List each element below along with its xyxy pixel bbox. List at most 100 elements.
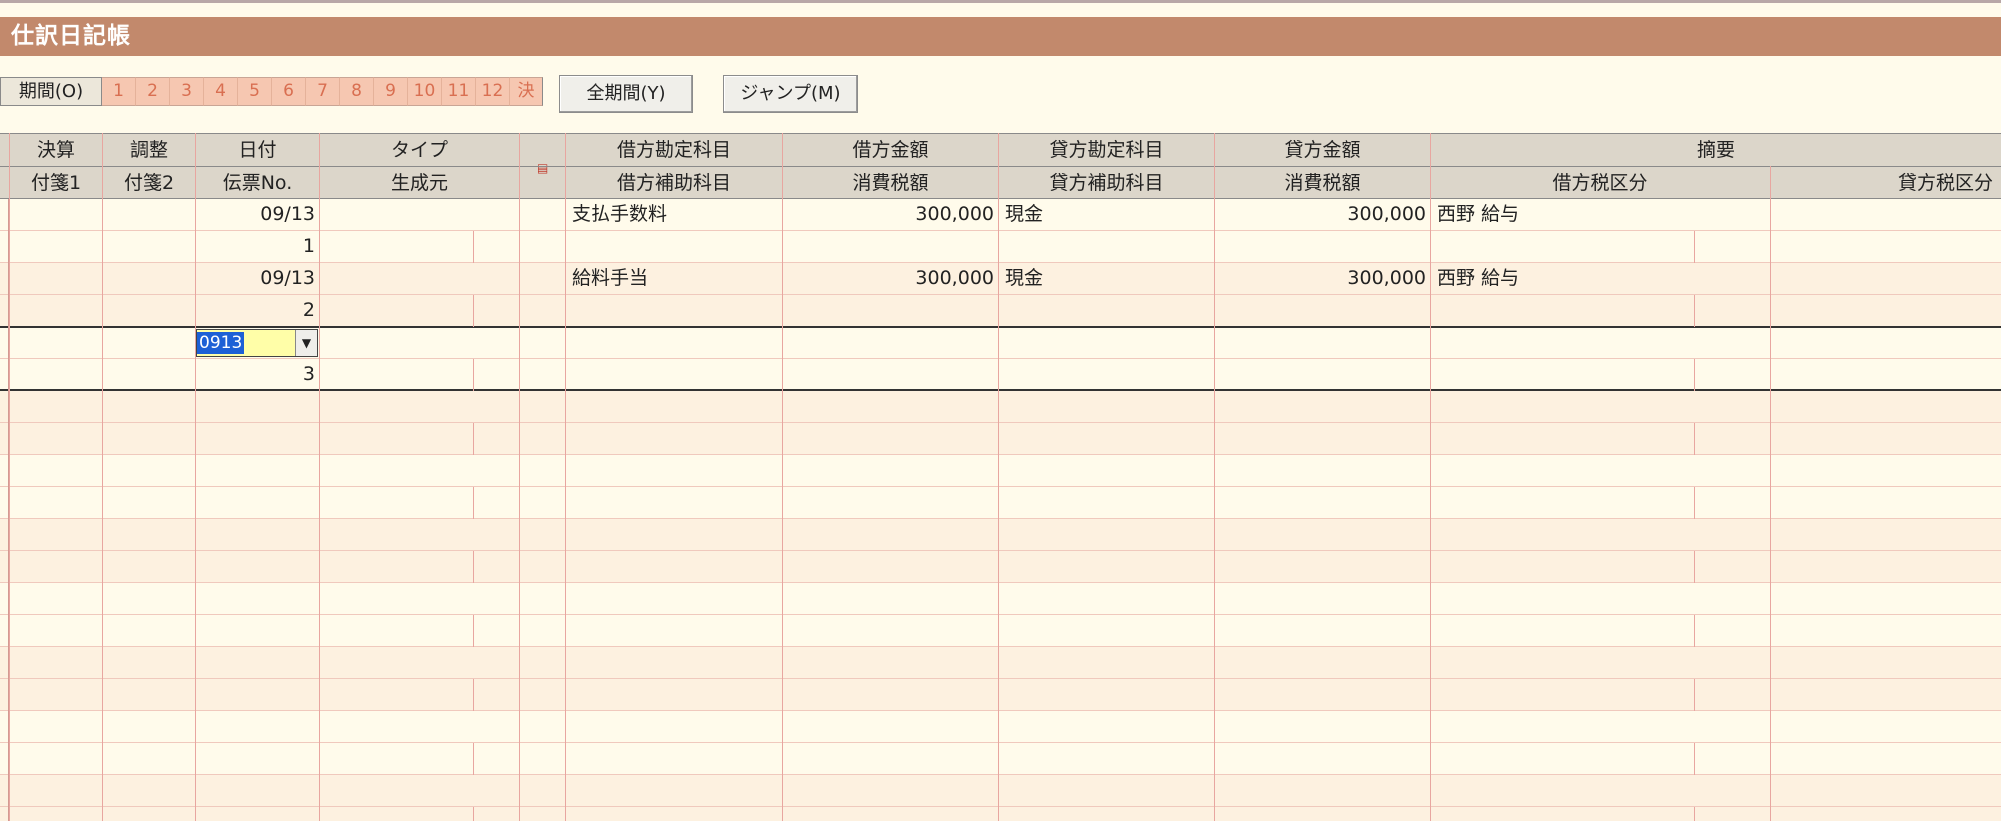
- entry-voucher-no[interactable]: 3: [196, 359, 319, 391]
- header-credit-tax[interactable]: 消費税額: [1215, 167, 1430, 199]
- row-divider: [0, 422, 2001, 423]
- entry-date[interactable]: 09/13: [196, 263, 319, 295]
- col-divider: [1694, 679, 1695, 711]
- col-divider: [473, 807, 474, 821]
- row-divider: [0, 550, 2001, 551]
- col-divider: [1694, 231, 1695, 263]
- table-row: [0, 679, 2001, 711]
- month-9[interactable]: 9: [374, 77, 408, 106]
- row-divider: [0, 614, 2001, 615]
- row-divider: [0, 486, 2001, 487]
- header-memo[interactable]: 摘要: [1431, 134, 2001, 166]
- all-period-button[interactable]: 全期間(Y): [559, 75, 693, 113]
- col-divider: [1694, 743, 1695, 775]
- row-divider: [0, 806, 2001, 807]
- col-divider: [473, 295, 474, 327]
- month-2[interactable]: 2: [136, 77, 170, 106]
- month-11[interactable]: 11: [442, 77, 476, 106]
- grid-header: 決算 調整 日付 タイプ ▤ 借方勘定科目 借方金額 貸方勘定科目 貸方金額 摘…: [0, 133, 2001, 198]
- table-row: [0, 455, 2001, 487]
- entry-debit-amount[interactable]: 300,000: [783, 263, 998, 295]
- col-divider: [473, 487, 474, 519]
- entry-credit-account[interactable]: 現金: [999, 199, 1214, 231]
- table-row: [0, 391, 2001, 423]
- header-fusen1[interactable]: 付箋1: [10, 167, 102, 199]
- chevron-down-icon[interactable]: ▼: [295, 330, 317, 356]
- month-3[interactable]: 3: [170, 77, 204, 106]
- col-divider: [473, 743, 474, 775]
- month-7[interactable]: 7: [306, 77, 340, 106]
- row-divider: [0, 710, 2001, 711]
- month-5[interactable]: 5: [238, 77, 272, 106]
- col-divider: [1694, 359, 1695, 391]
- header-chousei[interactable]: 調整: [103, 134, 195, 166]
- table-row: [0, 423, 2001, 455]
- header-debit-sub[interactable]: 借方補助科目: [566, 167, 782, 199]
- col-divider: [473, 359, 474, 391]
- table-row: [0, 775, 2001, 807]
- header-denpyo-no[interactable]: 伝票No.: [196, 167, 319, 199]
- table-row: [0, 487, 2001, 519]
- header-credit-amount[interactable]: 貸方金額: [1215, 134, 1430, 166]
- table-row: [0, 647, 2001, 679]
- col-divider: [1430, 133, 1431, 821]
- entry-credit-amount[interactable]: 300,000: [1215, 263, 1430, 295]
- month-6[interactable]: 6: [272, 77, 306, 106]
- header-debit-tax[interactable]: 消費税額: [783, 167, 998, 199]
- period-button[interactable]: 期間(O): [0, 77, 102, 106]
- entry-memo[interactable]: 西野 給与: [1431, 199, 2001, 231]
- header-kessan[interactable]: 決算: [10, 134, 102, 166]
- header-credit-account[interactable]: 貸方勘定科目: [999, 134, 1214, 166]
- table-row: [0, 519, 2001, 551]
- page-title: 仕訳日記帳: [0, 17, 2001, 56]
- col-divider: [473, 423, 474, 455]
- col-divider: [782, 133, 783, 821]
- header-credit-sub[interactable]: 貸方補助科目: [999, 167, 1214, 199]
- table-row: [0, 807, 2001, 821]
- entry-voucher-no[interactable]: 2: [196, 295, 319, 327]
- month-1[interactable]: 1: [102, 77, 136, 106]
- col-divider: [319, 133, 320, 821]
- month-closing[interactable]: 決: [510, 77, 543, 106]
- entry-debit-account[interactable]: 支払手数料: [566, 199, 782, 231]
- entry-date[interactable]: 09/13: [196, 199, 319, 231]
- month-10[interactable]: 10: [408, 77, 442, 106]
- period-selector: 期間(O) 1 2 3 4 5 6 7 8 9 10 11 12 決: [0, 77, 543, 106]
- entry-debit-account[interactable]: 給料手当: [566, 263, 782, 295]
- table-row: [0, 615, 2001, 647]
- row-divider: [0, 774, 2001, 775]
- col-divider: [9, 133, 10, 821]
- month-8[interactable]: 8: [340, 77, 374, 106]
- col-divider: [1694, 423, 1695, 455]
- header-debit-amount[interactable]: 借方金額: [783, 134, 998, 166]
- header-type[interactable]: タイプ: [320, 134, 519, 166]
- col-divider: [1694, 615, 1695, 647]
- date-input[interactable]: 0913 ▼: [196, 329, 318, 357]
- row-divider: [0, 678, 2001, 679]
- entry-credit-amount[interactable]: 300,000: [1215, 199, 1430, 231]
- month-12[interactable]: 12: [476, 77, 510, 106]
- header-debit-tax-category[interactable]: 借方税区分: [1431, 167, 1769, 199]
- col-divider: [473, 231, 474, 263]
- header-date[interactable]: 日付: [196, 134, 319, 166]
- entry-debit-amount[interactable]: 300,000: [783, 199, 998, 231]
- row-divider: [0, 646, 2001, 647]
- month-4[interactable]: 4: [204, 77, 238, 106]
- note-icon: ▤: [537, 161, 549, 175]
- header-credit-tax-category[interactable]: 貸方税区分: [1771, 167, 2001, 199]
- col-divider: [473, 679, 474, 711]
- row-selector-column: [0, 199, 9, 821]
- col-divider: [565, 133, 566, 821]
- entry-credit-account[interactable]: 現金: [999, 263, 1214, 295]
- entry-memo[interactable]: 西野 給与: [1431, 263, 2001, 295]
- header-source[interactable]: 生成元: [320, 167, 519, 199]
- row-divider: [0, 518, 2001, 519]
- col-divider: [1694, 487, 1695, 519]
- table-row: [0, 583, 2001, 615]
- entry-voucher-no[interactable]: 1: [196, 231, 319, 263]
- jump-button[interactable]: ジャンプ(M): [723, 75, 858, 113]
- header-debit-account[interactable]: 借方勘定科目: [566, 134, 782, 166]
- top-border: [0, 0, 2001, 3]
- header-fusen2[interactable]: 付箋2: [103, 167, 195, 199]
- table-row: [0, 551, 2001, 583]
